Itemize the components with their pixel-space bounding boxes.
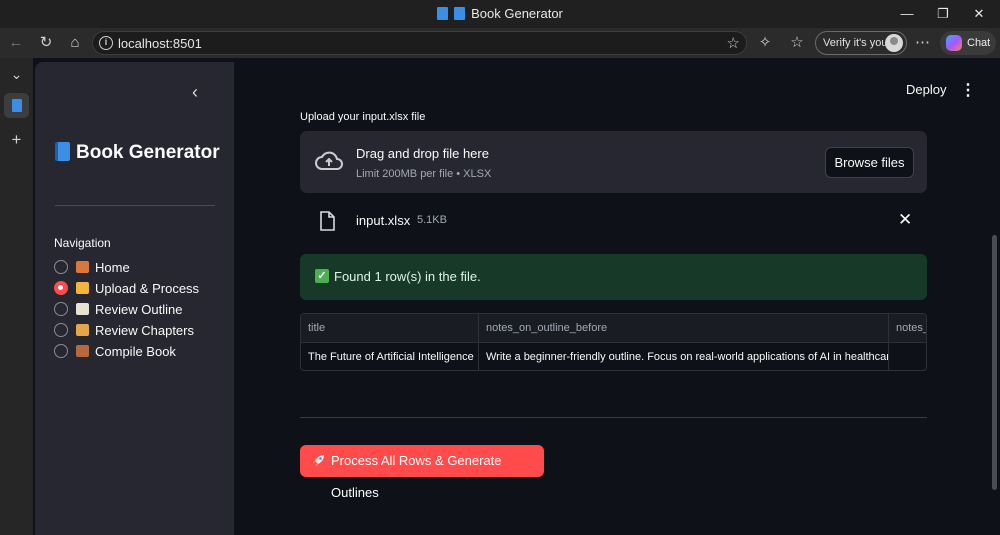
collapse-sidebar-icon[interactable]: ‹ [192, 82, 198, 103]
close-window-icon[interactable]: ✕ [962, 0, 996, 28]
writing-hand-icon [76, 324, 89, 336]
table-cell[interactable] [889, 343, 926, 370]
file-icon [320, 211, 335, 231]
radio-icon[interactable] [54, 344, 68, 358]
address-bar[interactable]: i localhost:8501 ☆ [92, 31, 747, 55]
sidebar-item-label: Home [95, 259, 130, 275]
reload-icon[interactable]: ↻ [33, 28, 59, 58]
navigation-label: Navigation [54, 236, 111, 250]
table-cell[interactable]: The Future of Artificial Intelligence [301, 343, 479, 370]
sidebar-item-label: Upload & Process [95, 280, 200, 296]
radio-icon[interactable] [54, 260, 68, 274]
window-title: Book Generator [0, 6, 1000, 21]
column-header[interactable]: notes_ [889, 314, 926, 343]
window-titlebar: Book Generator — ❐ ✕ [0, 0, 1000, 28]
chevron-down-icon[interactable]: ⌄ [0, 66, 33, 83]
back-icon[interactable]: ← [3, 28, 29, 58]
copilot-icon [946, 35, 962, 51]
scrollbar[interactable] [992, 235, 997, 490]
check-icon: ✓ [315, 269, 329, 283]
verify-profile-button[interactable]: Verify it's you [815, 31, 907, 55]
remove-file-icon[interactable]: ✕ [898, 210, 912, 230]
sidebar: ‹ Book Generator Navigation Home Upload … [35, 62, 234, 535]
success-alert: ✓ Found 1 row(s) in the file. [300, 254, 927, 300]
new-tab-icon[interactable]: + [0, 130, 33, 150]
notepad-icon [76, 303, 89, 315]
sidebar-item-label: Review Chapters [95, 322, 194, 338]
chat-button[interactable]: Chat [940, 31, 996, 55]
process-all-rows-button[interactable]: Process All Rows & Generate Outlines [300, 445, 544, 500]
section-divider [300, 417, 927, 418]
main-menu-icon[interactable]: ⋮ [960, 80, 976, 100]
more-menu-icon[interactable]: ⋯ [910, 28, 936, 58]
sidebar-divider [55, 205, 215, 206]
cloud-upload-icon [315, 151, 343, 170]
table-row[interactable]: The Future of Artificial Intelligence Wr… [301, 343, 926, 370]
file-dropzone[interactable]: Drag and drop file here Limit 200MB per … [300, 131, 927, 193]
minimize-icon[interactable]: — [890, 0, 924, 28]
file-name: input.xlsx [356, 213, 411, 228]
book-icon [437, 7, 449, 20]
book-icon [55, 142, 70, 161]
house-icon [76, 261, 89, 273]
success-message: Found 1 row(s) in the file. [334, 269, 481, 284]
chat-label: Chat [967, 37, 991, 49]
book-icon [454, 7, 466, 20]
uploaded-file: input.xlsx 5.1KB ✕ [300, 200, 927, 240]
favorite-star-icon[interactable]: ☆ [727, 34, 740, 52]
sidebar-item-label: Review Outline [95, 301, 183, 317]
dropzone-title: Drag and drop file here [356, 146, 489, 161]
app-title-text: Book Generator [76, 142, 220, 163]
app-title: Book Generator [55, 142, 220, 164]
verify-label: Verify it's you [823, 37, 888, 49]
extensions-icon[interactable]: ✧ [752, 28, 778, 58]
column-header[interactable]: notes_on_outline_before [479, 314, 889, 343]
avatar [885, 34, 903, 52]
rocket-icon [313, 455, 324, 466]
restore-icon[interactable]: ❐ [926, 0, 960, 28]
deploy-button[interactable]: Deploy [906, 82, 946, 97]
active-tab[interactable] [4, 93, 29, 118]
sidebar-item-review-chapters[interactable]: Review Chapters [54, 321, 194, 339]
sidebar-item-label: Compile Book [95, 343, 176, 359]
browser-toolbar: ← ↻ ⌂ i localhost:8501 ☆ ✧ ☆ Verify it's… [0, 28, 1000, 58]
uploader-label: Upload your input.xlsx file [300, 111, 426, 123]
window-title-text: Book Generator [471, 6, 563, 21]
favorites-icon[interactable]: ☆ [784, 28, 810, 58]
column-header[interactable]: title [301, 314, 479, 343]
radio-selected-icon[interactable] [54, 281, 68, 295]
radio-icon[interactable] [54, 323, 68, 337]
browse-files-button[interactable]: Browse files [825, 147, 914, 178]
site-info-icon[interactable]: i [99, 36, 113, 50]
folder-icon [76, 282, 89, 294]
sidebar-item-compile-book[interactable]: Compile Book [54, 342, 176, 360]
file-size: 5.1KB [417, 214, 447, 226]
home-icon[interactable]: ⌂ [62, 28, 88, 58]
data-table[interactable]: title notes_on_outline_before notes_ The… [300, 313, 927, 371]
sidebar-item-home[interactable]: Home [54, 258, 130, 276]
url-text[interactable]: localhost:8501 [118, 36, 202, 51]
radio-icon[interactable] [54, 302, 68, 316]
dropzone-subtitle: Limit 200MB per file • XLSX [356, 168, 492, 180]
table-header: title notes_on_outline_before notes_ [301, 314, 926, 343]
table-cell[interactable]: Write a beginner-friendly outline. Focus… [479, 343, 889, 370]
sidebar-item-upload-process[interactable]: Upload & Process [54, 279, 199, 297]
vertical-tab-strip: ⌄ + [0, 58, 33, 535]
sidebar-item-review-outline[interactable]: Review Outline [54, 300, 182, 318]
books-icon [76, 345, 89, 357]
